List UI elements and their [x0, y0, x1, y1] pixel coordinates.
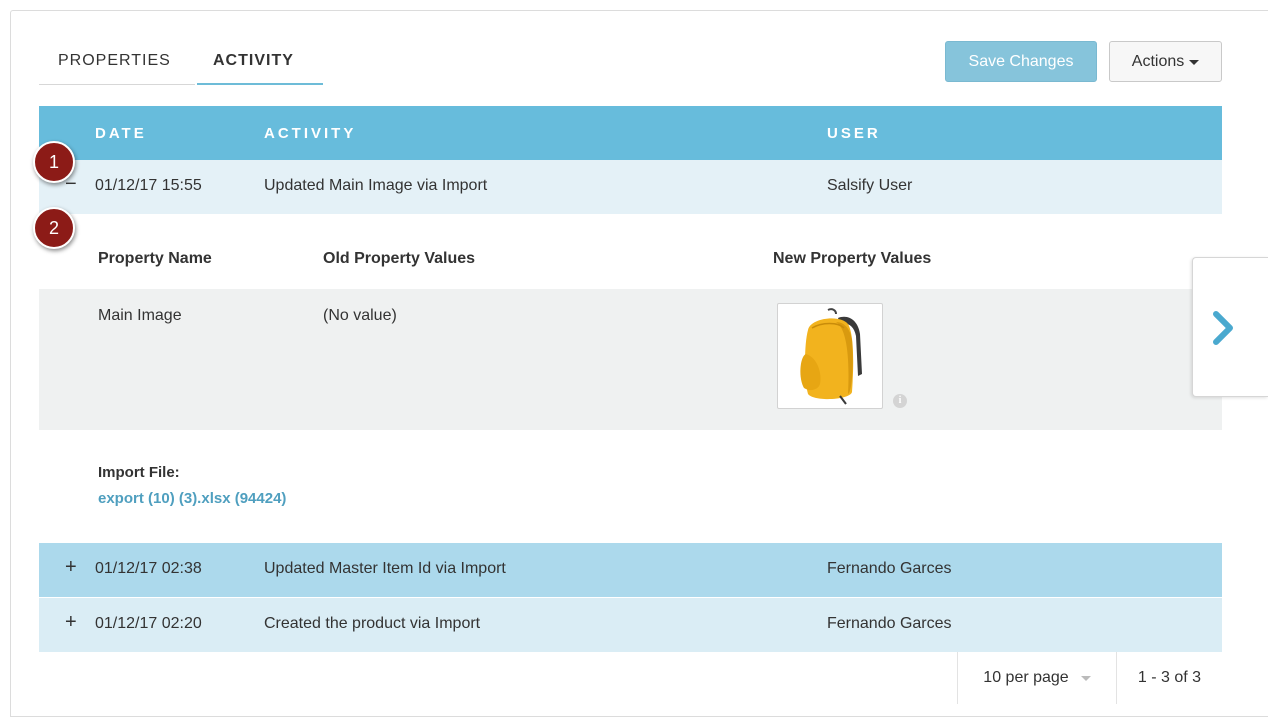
column-header-user: USER	[827, 125, 881, 142]
expand-toggle-icon[interactable]: +	[65, 611, 77, 634]
caret-down-icon	[1080, 675, 1091, 681]
column-header-date: DATE	[95, 125, 147, 142]
new-value-image-thumbnail[interactable]	[777, 303, 883, 409]
per-page-select[interactable]: 10 per page	[957, 652, 1117, 704]
row-date: 01/12/17 02:38	[95, 560, 202, 577]
detail-header-new-values: New Property Values	[773, 250, 932, 267]
row-date: 01/12/17 15:55	[95, 177, 202, 194]
row-user: Salsify User	[827, 177, 913, 194]
callout-badge-2: 2	[33, 207, 75, 249]
row-user: Fernando Garces	[827, 615, 952, 632]
row-user: Fernando Garces	[827, 560, 952, 577]
activity-table-header: DATE ACTIVITY USER	[39, 106, 1222, 160]
tab-divider	[39, 84, 195, 85]
callout-badge-1: 1	[33, 141, 75, 183]
row-activity: Updated Main Image via Import	[264, 177, 488, 194]
tab-properties[interactable]: PROPERTIES	[58, 52, 171, 70]
per-page-label: 10 per page	[983, 669, 1069, 686]
detail-header-old-values: Old Property Values	[323, 250, 476, 267]
row-activity: Updated Master Item Id via Import	[264, 560, 506, 577]
detail-header-property-name: Property Name	[98, 250, 212, 267]
backpack-image-icon	[800, 308, 862, 405]
tab-activity[interactable]: ACTIVITY	[213, 52, 294, 70]
detail-row: Main Image (No value) i	[39, 289, 1222, 430]
save-changes-label: Save Changes	[968, 52, 1074, 70]
caret-down-icon	[1189, 60, 1200, 65]
table-row[interactable]: + 01/12/17 02:38 Updated Master Item Id …	[39, 543, 1222, 597]
info-icon[interactable]: i	[893, 394, 907, 408]
pagination-footer: 10 per page 1 - 3 of 3	[957, 652, 1222, 704]
import-file-link[interactable]: export (10) (3).xlsx (94424)	[98, 490, 286, 507]
next-panel-button[interactable]	[1192, 257, 1268, 397]
column-header-activity: ACTIVITY	[264, 125, 357, 142]
pagination-range: 1 - 3 of 3	[1137, 669, 1202, 686]
actions-dropdown-button[interactable]: Actions	[1109, 41, 1222, 82]
table-row[interactable]: + 01/12/17 02:20 Created the product via…	[39, 598, 1222, 652]
table-row[interactable]: − 01/12/17 15:55 Updated Main Image via …	[39, 160, 1222, 214]
detail-old-value: (No value)	[323, 307, 397, 324]
import-file-label: Import File:	[98, 464, 180, 481]
row-activity: Created the product via Import	[264, 615, 481, 632]
detail-property-name: Main Image	[98, 307, 182, 324]
chevron-right-icon	[1213, 311, 1233, 345]
expand-toggle-icon[interactable]: +	[65, 556, 77, 579]
row-date: 01/12/17 02:20	[95, 615, 202, 632]
save-changes-button[interactable]: Save Changes	[945, 41, 1097, 82]
tab-active-indicator	[197, 83, 323, 85]
actions-label: Actions	[1131, 52, 1185, 70]
